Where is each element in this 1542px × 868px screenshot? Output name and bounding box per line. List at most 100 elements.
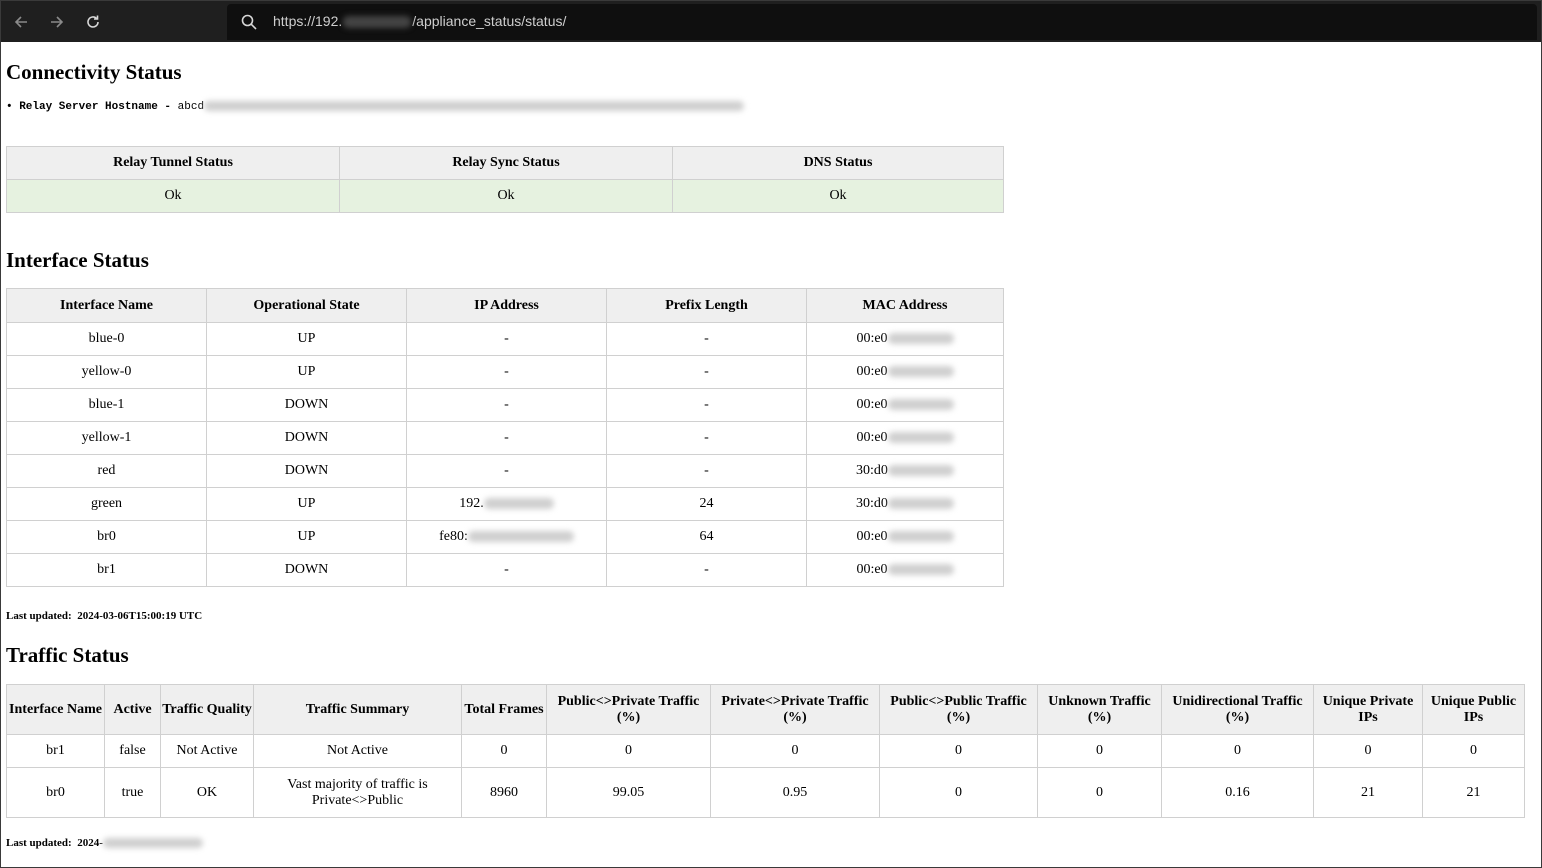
- column-header: Active: [104, 684, 161, 735]
- url-suffix: /appliance_status/status/: [412, 13, 567, 29]
- cell: blue-0: [6, 322, 207, 356]
- back-button[interactable]: [9, 10, 33, 34]
- cell: 0: [710, 734, 880, 768]
- cell: 0: [879, 767, 1038, 818]
- cell: yellow-1: [6, 421, 207, 455]
- cell: DOWN: [206, 388, 407, 422]
- cell: br0: [6, 767, 105, 818]
- forward-button[interactable]: [45, 10, 69, 34]
- cell: Not Active: [253, 734, 462, 768]
- cell: blue-1: [6, 388, 207, 422]
- cell: 0: [1313, 734, 1423, 768]
- mac-prefix: 00:e0: [856, 562, 888, 577]
- mac-cell: 30:d0: [806, 454, 1004, 488]
- redacted-blur: [887, 498, 954, 510]
- redacted-blur: [887, 531, 954, 543]
- hostname-value: abcd: [177, 101, 205, 113]
- dns-status: Ok: [672, 179, 1004, 213]
- table-row: yellow-0 UP - - 00:e0: [6, 355, 1004, 389]
- hostname-label: • Relay Server Hostname -: [6, 101, 178, 113]
- connectivity-table: Relay Tunnel Status Relay Sync Status DN…: [6, 146, 1004, 213]
- column-header: Public<>Private Traffic (%): [546, 684, 711, 735]
- cell: Vast majority of traffic is Private<>Pub…: [253, 767, 462, 818]
- mac-cell: 00:e0: [806, 355, 1004, 389]
- arrow-left-icon: [14, 16, 27, 28]
- redacted-blur: [887, 399, 954, 411]
- cell: -: [606, 355, 807, 389]
- redacted-blur: [343, 16, 412, 29]
- mac-prefix: 30:d0: [856, 463, 888, 478]
- cell: 0.16: [1161, 767, 1314, 818]
- column-header: DNS Status: [672, 146, 1004, 180]
- connectivity-title: Connectivity Status: [6, 60, 182, 84]
- column-header: Unique Private IPs: [1313, 684, 1423, 735]
- cell: UP: [206, 322, 407, 356]
- table-row: br0 true OK Vast majority of traffic is …: [6, 767, 1525, 818]
- column-header: IP Address: [406, 288, 607, 323]
- mac-cell: 30:d0: [806, 487, 1004, 521]
- cell: yellow-0: [6, 355, 207, 389]
- interface-title: Interface Status: [6, 248, 149, 272]
- column-header: Traffic Summary: [253, 684, 462, 735]
- mac-cell: 00:e0: [806, 553, 1004, 587]
- ip-cell: 192.: [406, 487, 607, 521]
- table-row: br1 DOWN - - 00:e0: [6, 553, 1004, 587]
- ip-cell: fe80:: [406, 520, 607, 554]
- cell: -: [406, 322, 607, 356]
- cell: 8960: [461, 767, 547, 818]
- cell: 99.05: [546, 767, 711, 818]
- cell: -: [406, 355, 607, 389]
- column-header: Relay Sync Status: [339, 146, 673, 180]
- cell: br1: [6, 734, 105, 768]
- cell: false: [104, 734, 161, 768]
- table-header-row: Relay Tunnel Status Relay Sync Status DN…: [6, 146, 1004, 180]
- column-header: Unique Public IPs: [1422, 684, 1525, 735]
- relay-hostname-line: • Relay Server Hostname - abcd: [6, 101, 745, 113]
- cell: DOWN: [206, 553, 407, 587]
- cell: br0: [6, 520, 207, 554]
- mac-prefix: 00:e0: [856, 430, 888, 445]
- redacted-blur: [887, 465, 954, 477]
- cell: 0.95: [710, 767, 880, 818]
- column-header: Unknown Traffic (%): [1037, 684, 1162, 735]
- browser-window: https://192. /appliance_status/status/ Co…: [0, 0, 1542, 868]
- ip-prefix: 192.: [459, 496, 484, 511]
- redacted-blur: [204, 101, 745, 112]
- cell: DOWN: [206, 421, 407, 455]
- last-updated-value: 2024-: [77, 837, 103, 849]
- traffic-table: Interface Name Active Traffic Quality Tr…: [6, 684, 1525, 818]
- table-row: br1 false Not Active Not Active 0 0 0 0 …: [6, 734, 1525, 768]
- cell: DOWN: [206, 454, 407, 488]
- cell: 64: [606, 520, 807, 554]
- column-header: Interface Name: [6, 288, 207, 323]
- address-bar[interactable]: https://192. /appliance_status/status/: [227, 4, 1537, 40]
- column-header: Public<>Public Traffic (%): [879, 684, 1038, 735]
- cell: -: [406, 388, 607, 422]
- reload-button[interactable]: [81, 10, 105, 34]
- cell: -: [406, 454, 607, 488]
- arrow-right-icon: [51, 16, 64, 28]
- interface-last-updated: Last updated: 2024-03-06T15:00:19 UTC: [6, 610, 202, 622]
- cell: red: [6, 454, 207, 488]
- relay-sync-status: Ok: [339, 179, 673, 213]
- search-icon: [241, 14, 257, 30]
- cell: OK: [160, 767, 254, 818]
- mac-cell: 00:e0: [806, 322, 1004, 356]
- relay-tunnel-status: Ok: [6, 179, 340, 213]
- cell: 24: [606, 487, 807, 521]
- mac-cell: 00:e0: [806, 520, 1004, 554]
- cell: -: [606, 388, 807, 422]
- cell: UP: [206, 520, 407, 554]
- table-row: yellow-1 DOWN - - 00:e0: [6, 421, 1004, 455]
- cell: -: [606, 454, 807, 488]
- column-header: Operational State: [206, 288, 407, 323]
- mac-prefix: 00:e0: [856, 529, 888, 544]
- cell: -: [406, 553, 607, 587]
- cell: 0: [879, 734, 1038, 768]
- mac-prefix: 30:d0: [856, 496, 888, 511]
- table-row: Ok Ok Ok: [6, 179, 1004, 213]
- redacted-blur: [887, 564, 954, 576]
- mac-cell: 00:e0: [806, 421, 1004, 455]
- column-header: MAC Address: [806, 288, 1004, 323]
- redacted-blur: [102, 838, 203, 849]
